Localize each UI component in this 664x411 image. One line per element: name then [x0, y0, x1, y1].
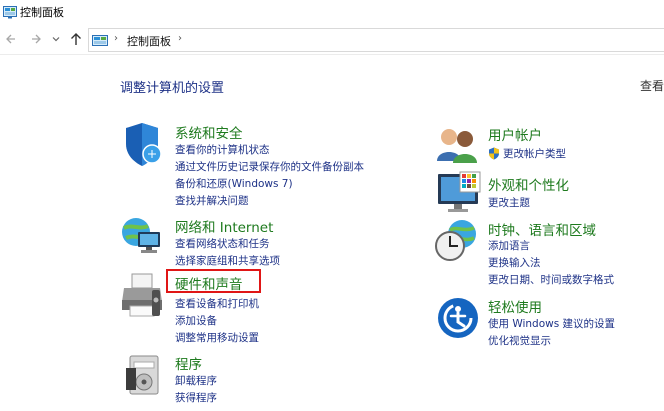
- link-backup-restore[interactable]: 备份和还原(Windows 7): [175, 176, 293, 191]
- link-add-language[interactable]: 添加语言: [488, 238, 530, 253]
- link-change-theme[interactable]: 更改主题: [488, 195, 530, 210]
- view-by-label[interactable]: 查看: [640, 77, 664, 94]
- breadcrumb-control-panel[interactable]: 控制面板: [127, 33, 171, 49]
- link-devices-printers[interactable]: 查看设备和打印机: [175, 296, 259, 311]
- link-view-computer-status[interactable]: 查看你的计算机状态: [175, 142, 270, 157]
- programs-icon[interactable]: [124, 352, 164, 402]
- control-panel-icon: [3, 4, 17, 23]
- category-ease-of-access[interactable]: 轻松使用: [488, 296, 542, 316]
- category-clock-language-region[interactable]: 时钟、语言和区域: [488, 219, 596, 239]
- link-optimize-visual-display[interactable]: 优化视觉显示: [488, 333, 551, 348]
- category-appearance-personalization[interactable]: 外观和个性化: [488, 174, 569, 194]
- ease-of-access-icon[interactable]: [436, 296, 480, 344]
- category-hardware-sound[interactable]: 硬件和声音: [175, 273, 243, 293]
- link-recommended-settings[interactable]: 使用 Windows 建议的设置: [488, 316, 615, 331]
- link-mobility-settings[interactable]: 调整常用移动设置: [175, 330, 259, 345]
- recent-locations-chevron-icon[interactable]: [47, 30, 65, 48]
- link-troubleshoot[interactable]: 查找并解决问题: [175, 193, 249, 208]
- link-get-programs[interactable]: 获得程序: [175, 390, 217, 405]
- link-file-history-backup[interactable]: 通过文件历史记录保存你的文件备份副本: [175, 159, 364, 174]
- breadcrumb-separator-icon[interactable]: ›: [178, 33, 182, 44]
- link-change-account-type[interactable]: 更改帐户类型: [503, 146, 566, 161]
- network-globe-icon[interactable]: [120, 214, 164, 262]
- printer-icon[interactable]: [120, 272, 164, 326]
- back-arrow-icon[interactable]: [2, 30, 20, 48]
- control-panel-location-icon: [92, 33, 108, 52]
- address-bar[interactable]: › 控制面板 ›: [88, 28, 664, 52]
- uac-shield-icon: [488, 145, 500, 164]
- page-heading: 调整计算机的设置: [120, 81, 225, 96]
- monitor-palette-icon[interactable]: [436, 170, 482, 220]
- link-change-input-method[interactable]: 更换输入法: [488, 255, 541, 270]
- category-network-internet[interactable]: 网络和 Internet: [175, 216, 273, 236]
- link-uninstall-program[interactable]: 卸载程序: [175, 373, 217, 388]
- link-change-date-time-format[interactable]: 更改日期、时间或数字格式: [488, 272, 614, 287]
- link-add-device[interactable]: 添加设备: [175, 313, 217, 328]
- link-network-status[interactable]: 查看网络状态和任务: [175, 236, 270, 251]
- title-bar: 控制面板: [0, 0, 664, 24]
- category-programs[interactable]: 程序: [175, 353, 202, 373]
- forward-arrow-icon[interactable]: [27, 30, 45, 48]
- link-homegroup-sharing[interactable]: 选择家庭组和共享选项: [175, 253, 280, 268]
- window-title: 控制面板: [20, 6, 64, 19]
- clock-globe-icon[interactable]: [434, 218, 480, 268]
- shield-icon[interactable]: [122, 122, 164, 172]
- users-icon[interactable]: [435, 125, 479, 169]
- up-arrow-icon[interactable]: [67, 30, 85, 48]
- breadcrumb-separator-icon: ›: [114, 33, 118, 44]
- navigation-bar: › 控制面板 ›: [0, 24, 664, 55]
- category-user-accounts[interactable]: 用户帐户: [488, 124, 542, 144]
- category-system-security[interactable]: 系统和安全: [175, 122, 243, 142]
